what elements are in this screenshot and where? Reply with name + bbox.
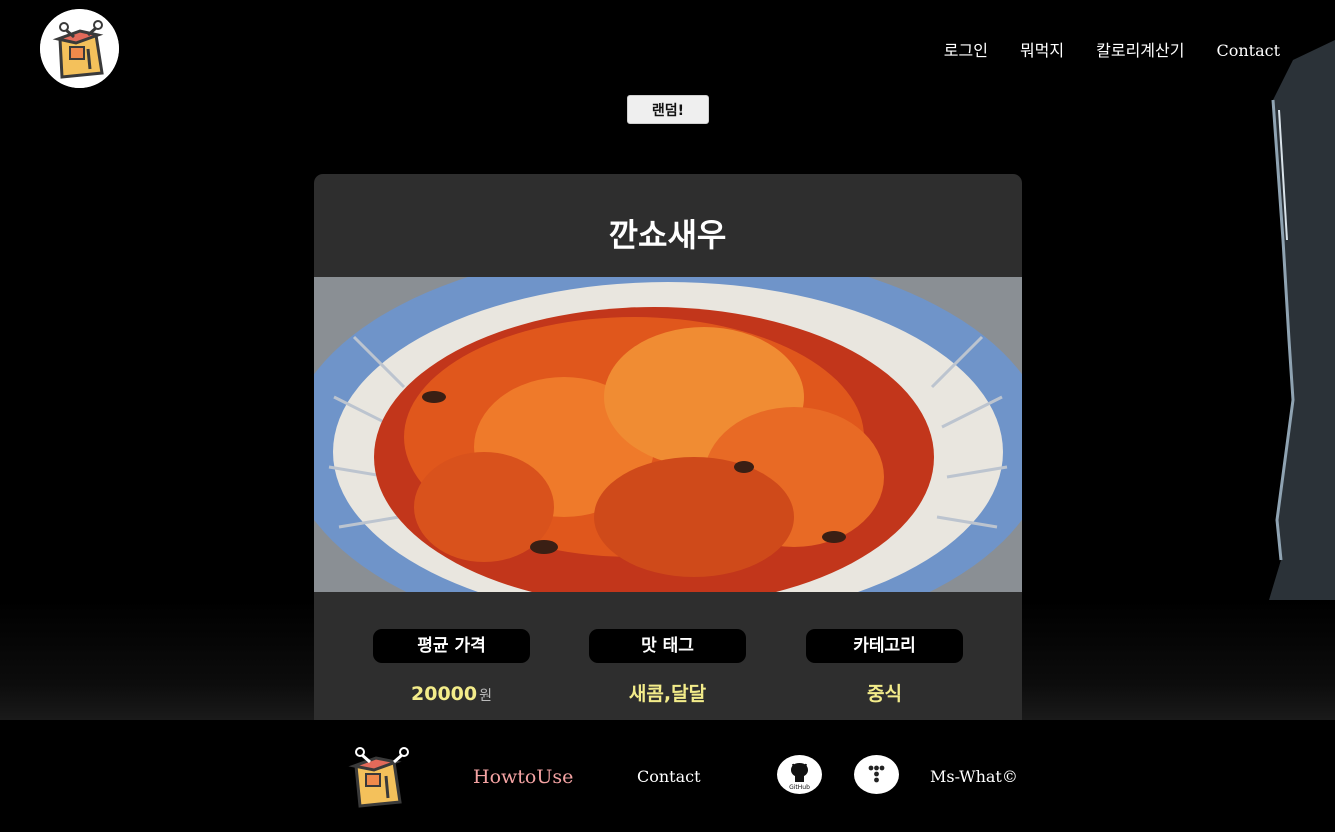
github-button[interactable]: GitHub — [777, 755, 822, 794]
taste-tag-value: 새콤,달달 — [628, 683, 707, 705]
copyright-text: Ms-What© — [930, 767, 1018, 786]
tistory-icon — [868, 765, 885, 783]
price-value-group: 20000 원 — [373, 680, 530, 710]
price-value: 20000 — [411, 683, 478, 705]
github-icon: GitHub — [789, 763, 810, 791]
footer-contact-link[interactable]: Contact — [637, 764, 701, 790]
food-name: 깐쇼새우 — [608, 216, 727, 254]
category-value: 중식 — [867, 683, 902, 705]
nav-calorie-calculator[interactable]: 칼로리계산기 — [1096, 40, 1184, 62]
nav-whattoeat[interactable]: 뭐먹지 — [1020, 40, 1064, 62]
price-label: 평균 가격 — [373, 629, 530, 663]
random-button[interactable]: 랜덤! — [627, 95, 709, 124]
category-label: 카테고리 — [806, 629, 963, 663]
nav-contact[interactable]: Contact — [1216, 40, 1280, 62]
food-photo — [314, 277, 1022, 592]
price-unit: 원 — [479, 688, 492, 704]
nav-login[interactable]: 로그인 — [944, 40, 988, 62]
top-nav: 로그인 뭐먹지 칼로리계산기 Contact — [944, 40, 1280, 62]
footer-logo-icon[interactable] — [348, 744, 418, 812]
tistory-button[interactable] — [854, 755, 899, 794]
footer-howtouse-link[interactable]: HowtoUse — [473, 764, 573, 790]
github-icon-label: GitHub — [789, 784, 810, 791]
site-logo[interactable] — [40, 9, 119, 88]
takeout-box-icon — [40, 9, 119, 88]
taste-tag-label: 맛 태그 — [589, 629, 746, 663]
